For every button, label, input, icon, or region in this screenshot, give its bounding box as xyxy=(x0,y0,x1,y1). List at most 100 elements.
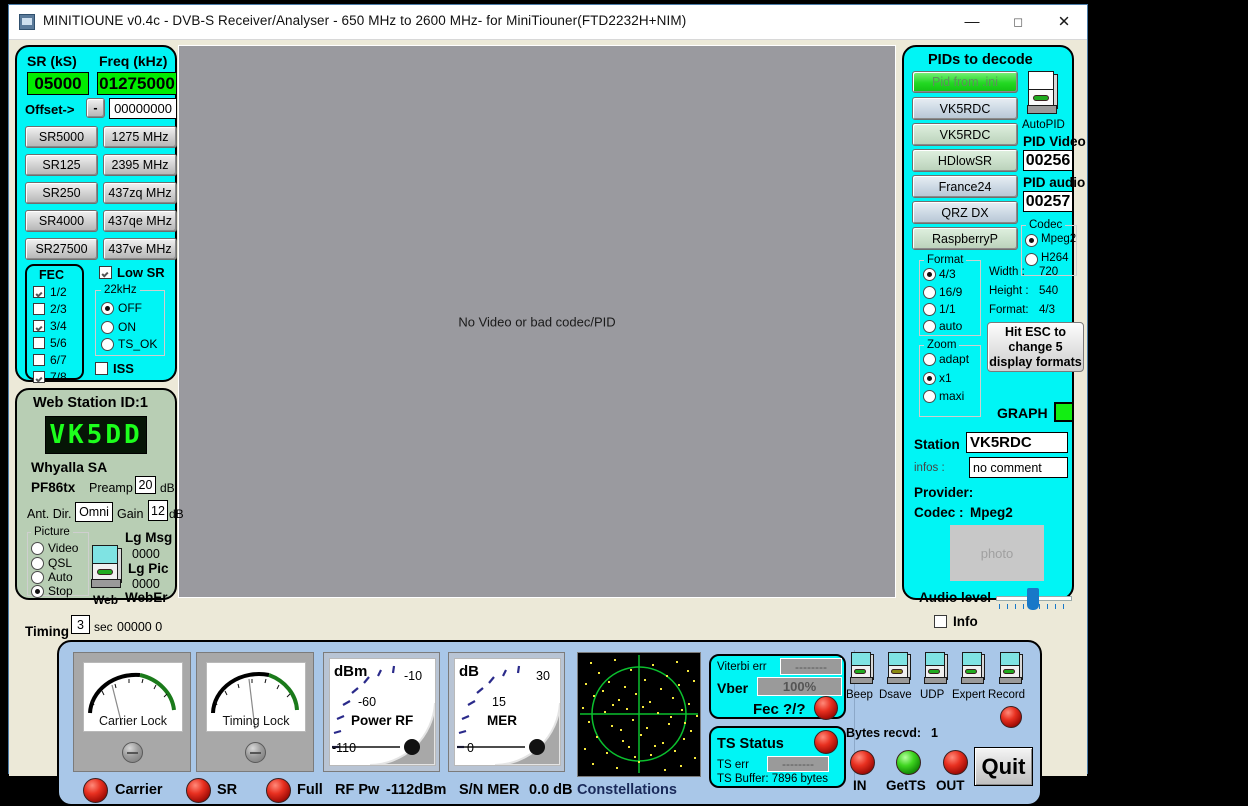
station-field[interactable]: VK5RDC xyxy=(966,432,1068,453)
gain-field[interactable]: 12 xyxy=(148,500,168,521)
title-bar: MINITIOUNE v0.4c - DVB-S Receiver/Analys… xyxy=(9,5,1087,40)
switch-expert-top xyxy=(962,652,982,666)
preamp-label: Preamp xyxy=(89,481,133,495)
freq-preset-2[interactable]: 437zq MHz xyxy=(103,182,177,204)
codec-radio-mpeg2[interactable] xyxy=(1025,234,1038,247)
weber-label: WebEr xyxy=(125,590,168,605)
minimize-button[interactable]: — xyxy=(949,5,995,38)
sr-preset-2[interactable]: SR250 xyxy=(25,182,98,204)
pid-button-hdlowsr[interactable]: HDlowSR xyxy=(912,149,1018,172)
picture-radio-video[interactable] xyxy=(31,542,44,555)
switch-record-led-icon xyxy=(1003,669,1015,674)
constellation-display[interactable] xyxy=(577,652,701,777)
freq-preset-3[interactable]: 437qe MHz xyxy=(103,210,177,232)
pids-panel: PIDs to decode Pid from .ini VK5RDC VK5R… xyxy=(902,45,1086,600)
getts-led xyxy=(896,750,921,775)
instrument-bar: Carrier Lock Timing Lock dBm -10 -60 -11… xyxy=(57,640,1042,806)
codec-radio-h264[interactable] xyxy=(1025,253,1038,266)
fec-label-7-8: 7/8 xyxy=(50,370,67,384)
carrier-lock-indicator xyxy=(122,742,143,763)
fec-label-1-2: 1/2 xyxy=(50,285,67,299)
video-message: No Video or bad codec/PID xyxy=(458,314,616,329)
pid-video-field[interactable]: 00256 xyxy=(1023,150,1073,171)
low-sr-checkbox[interactable] xyxy=(99,266,112,279)
format-radio-16-9[interactable] xyxy=(923,286,936,299)
offset-sign-button[interactable]: - xyxy=(86,98,105,118)
format-option-16-9: 16/9 xyxy=(939,285,963,299)
freq-value-field[interactable]: 01275000 xyxy=(97,72,177,95)
switch-udp-led-icon xyxy=(928,669,940,674)
preamp-field[interactable]: 20 xyxy=(135,476,156,494)
zoom-radio-adapt[interactable] xyxy=(923,353,936,366)
zoom-radio-x1[interactable] xyxy=(923,372,936,385)
freq-preset-1[interactable]: 2395 MHz xyxy=(103,154,177,176)
fec-checkbox-5-6[interactable] xyxy=(33,337,45,349)
lgpic-label: Lg Pic xyxy=(128,561,169,576)
viterbi-panel: Viterbi err -------- Vber 100% Fec ?/? xyxy=(709,654,846,720)
esc-hint-button[interactable]: Hit ESC to change 5 display formats xyxy=(987,322,1084,372)
switch-record[interactable] xyxy=(998,652,1024,686)
picture-radio-stop[interactable] xyxy=(31,585,44,598)
zoom-radio-maxi[interactable] xyxy=(923,390,936,403)
offset-value-field[interactable]: 00000000 xyxy=(109,98,177,119)
pid-button-vk5rdc-2[interactable]: VK5RDC xyxy=(912,123,1018,146)
switch-udp[interactable] xyxy=(923,652,949,686)
picture-radio-qsl[interactable] xyxy=(31,557,44,570)
autopid-switch[interactable] xyxy=(1025,71,1059,117)
pid-button-qrzdx[interactable]: QRZ DX xyxy=(912,201,1018,224)
k22-radio-off[interactable] xyxy=(101,302,114,315)
ts-status-label: TS Status xyxy=(717,736,784,752)
switch-expert[interactable] xyxy=(960,652,986,686)
fec-checkbox-3-4[interactable] xyxy=(33,320,45,332)
sr-preset-3[interactable]: SR4000 xyxy=(25,210,98,232)
video-display[interactable]: No Video or bad codec/PID xyxy=(178,45,896,598)
picture-option-video: Video xyxy=(48,541,79,555)
timing-field[interactable]: 3 xyxy=(71,615,90,634)
sr-preset-1[interactable]: SR125 xyxy=(25,154,98,176)
carrier-lock-label: Carrier Lock xyxy=(98,714,168,728)
pid-button-ini[interactable]: Pid from .ini xyxy=(912,71,1018,93)
full-led-label: Full xyxy=(297,782,323,798)
pid-audio-field[interactable]: 00257 xyxy=(1023,191,1073,212)
freq-preset-0[interactable]: 1275 MHz xyxy=(103,126,177,148)
format-radio-auto[interactable] xyxy=(923,320,936,333)
fec-checkbox-7-8[interactable] xyxy=(33,371,45,383)
quit-button[interactable]: Quit xyxy=(974,747,1033,786)
sr-preset-0[interactable]: SR5000 xyxy=(25,126,98,148)
fec-checkbox-1-2[interactable] xyxy=(33,286,45,298)
k22-radio-on[interactable] xyxy=(101,321,114,334)
pid-button-vk5rdc-1[interactable]: VK5RDC xyxy=(912,97,1018,120)
close-button[interactable]: ✕ xyxy=(1041,5,1087,38)
iss-checkbox[interactable] xyxy=(95,362,108,375)
switch-dsave[interactable] xyxy=(886,652,912,686)
sr-preset-4[interactable]: SR27500 xyxy=(25,238,98,260)
k22-option-off: OFF xyxy=(118,301,142,315)
power-rf-face: dBm -10 -60 -110 Power RF xyxy=(329,658,436,766)
picture-radio-auto[interactable] xyxy=(31,571,44,584)
maximize-button[interactable]: □ xyxy=(995,5,1041,38)
k22-radio-tsok[interactable] xyxy=(101,338,114,351)
format-info-value: 4/3 xyxy=(1039,304,1055,316)
fec-checkbox-6-7[interactable] xyxy=(33,354,45,366)
zoom-label: Zoom xyxy=(924,339,960,351)
codec-option-h264: H264 xyxy=(1041,252,1069,264)
format-radio-1-1[interactable] xyxy=(923,303,936,316)
fec-checkbox-2-3[interactable] xyxy=(33,303,45,315)
web-switch[interactable] xyxy=(89,545,123,591)
switch-beep[interactable] xyxy=(849,652,875,686)
format-radio-4-3[interactable] xyxy=(923,268,936,281)
graph-indicator[interactable] xyxy=(1054,402,1074,422)
audio-slider-thumb[interactable] xyxy=(1027,588,1039,610)
freq-preset-4[interactable]: 437ve MHz xyxy=(103,238,177,260)
fec-status-led xyxy=(814,696,838,720)
sr-led-label: SR xyxy=(217,782,238,798)
switch-dsave-top xyxy=(888,652,908,666)
pid-button-raspberryp[interactable]: RaspberryP xyxy=(912,227,1018,250)
width-value: 720 xyxy=(1039,266,1059,278)
sr-value-field[interactable]: 05000 xyxy=(27,72,89,95)
info-checkbox[interactable] xyxy=(934,615,947,628)
pid-button-france24[interactable]: France24 xyxy=(912,175,1018,198)
antdir-field[interactable]: Omni xyxy=(75,502,113,522)
codec-label: Codec xyxy=(1026,219,1066,231)
infos-field[interactable]: no comment xyxy=(969,457,1068,478)
